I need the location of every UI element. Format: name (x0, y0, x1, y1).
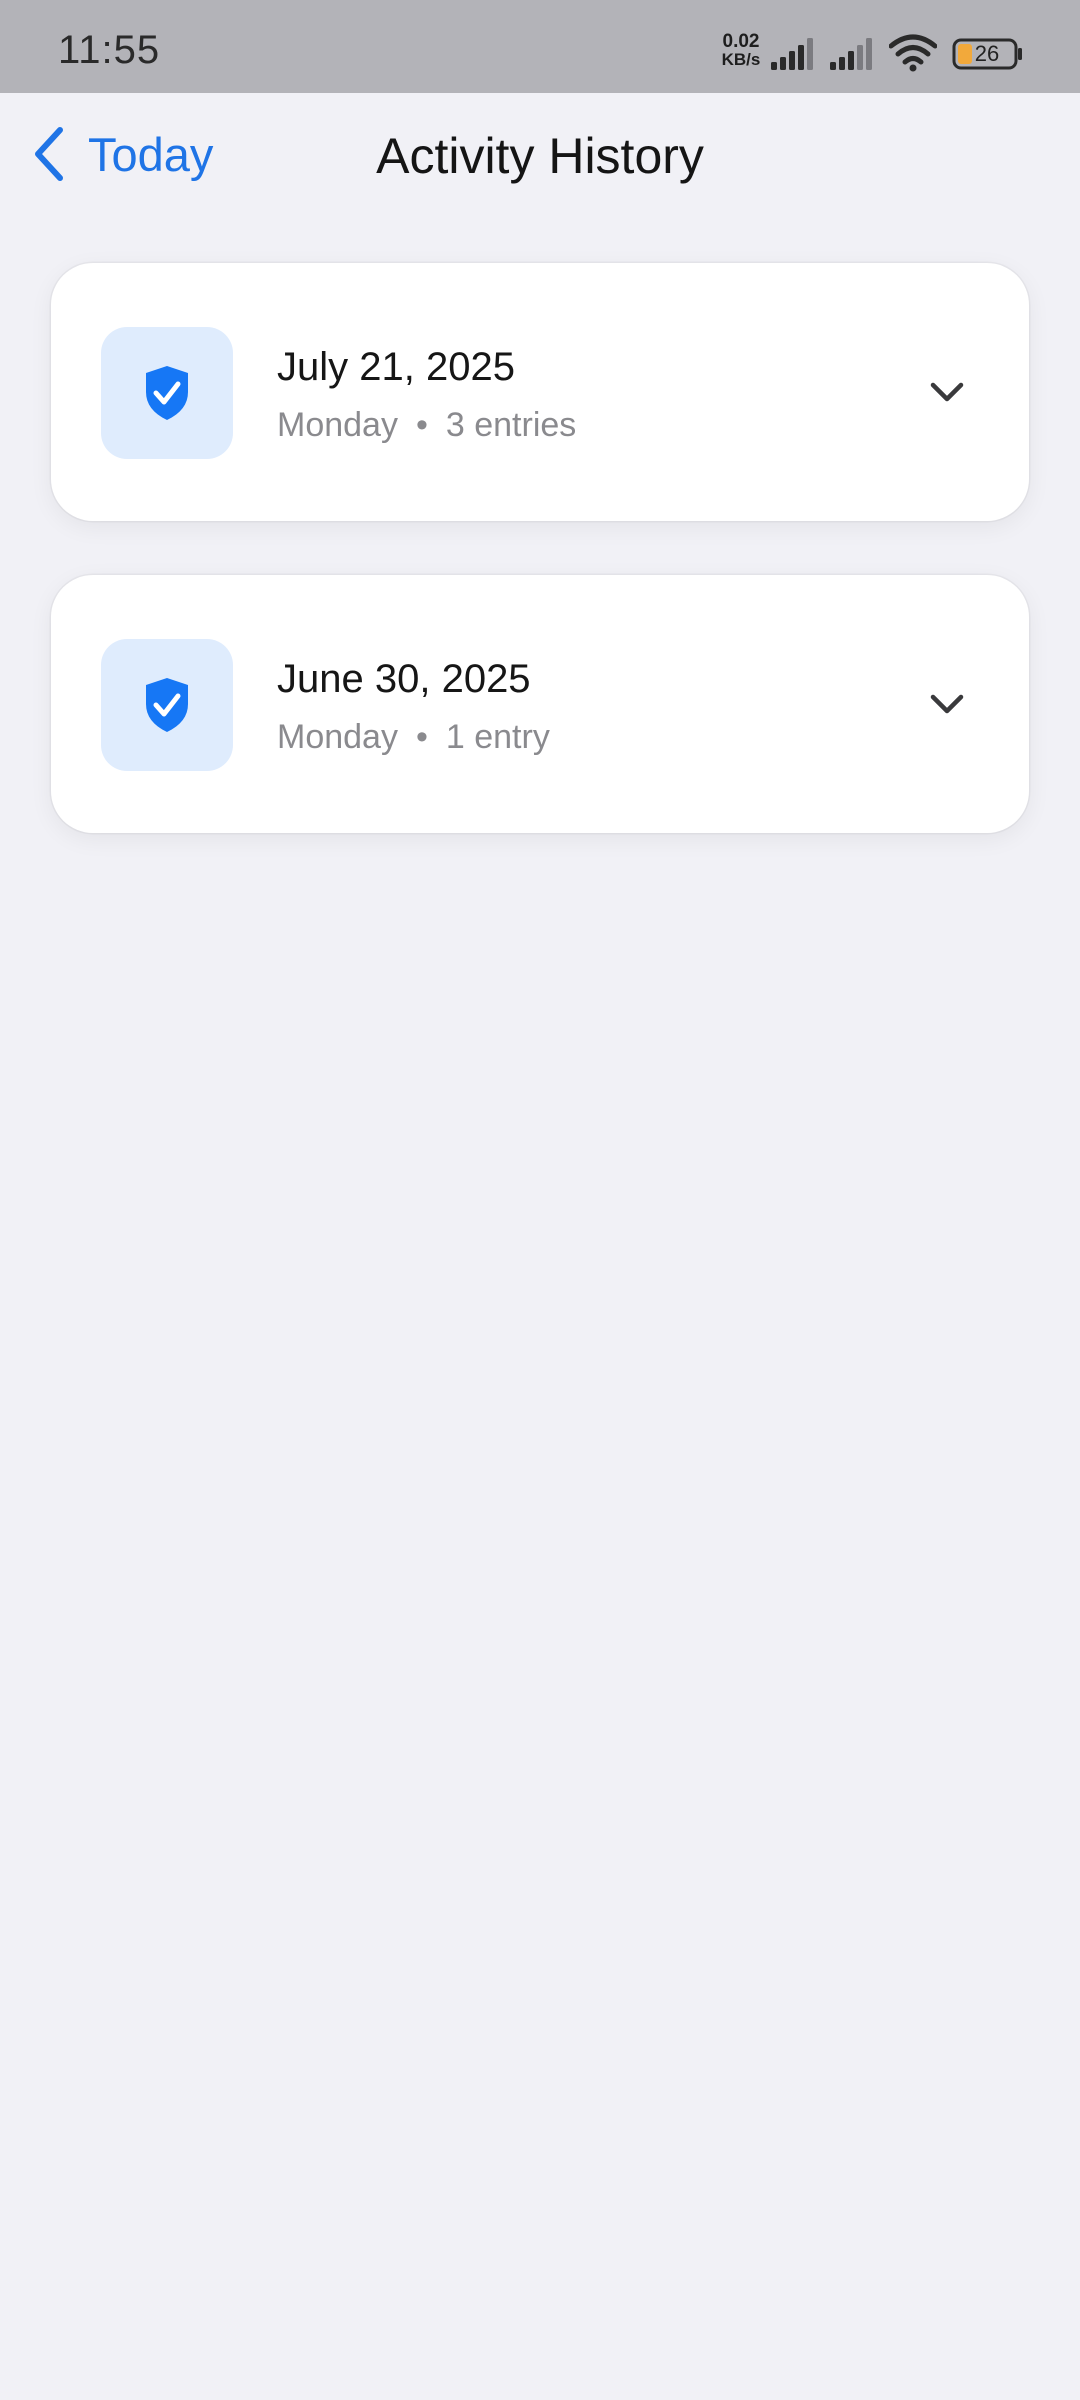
history-day-card[interactable]: July 21, 2025 Monday • 3 entries (51, 263, 1029, 521)
network-speed: 0.02 KB/s (715, 31, 767, 69)
entry-count: 1 entry (445, 718, 550, 756)
icon-tile (101, 639, 233, 771)
separator-dot: • (415, 406, 428, 444)
navigation-header: Today Activity History (0, 93, 1080, 213)
history-day-card[interactable]: June 30, 2025 Monday • 1 entry (51, 575, 1029, 833)
signal-icon (771, 38, 813, 70)
network-speed-value: 0.02 (722, 31, 760, 52)
chevron-down-icon[interactable] (929, 380, 965, 404)
entry-weekday: Monday (277, 718, 398, 756)
entry-date: July 21, 2025 (277, 345, 515, 389)
status-time: 11:55 (58, 28, 161, 72)
shield-check-icon (146, 366, 188, 420)
network-speed-unit: KB/s (721, 50, 761, 69)
entry-weekday: Monday (277, 406, 398, 444)
shield-check-icon (146, 678, 188, 732)
status-bar: 11:55 0.02 KB/s 26 (0, 0, 1080, 93)
separator-dot: • (415, 718, 428, 756)
entry-count: 3 entries (445, 406, 577, 444)
page-title: Activity History (376, 128, 704, 184)
battery-level: 26 (974, 41, 1000, 66)
wifi-icon (889, 34, 937, 72)
entry-meta: Monday • 3 entries (277, 406, 576, 445)
chevron-down-icon[interactable] (929, 692, 965, 716)
signal-icon (830, 38, 872, 70)
entry-date: June 30, 2025 (277, 657, 531, 701)
icon-tile (101, 327, 233, 459)
entry-meta: Monday • 1 entry (277, 718, 550, 757)
